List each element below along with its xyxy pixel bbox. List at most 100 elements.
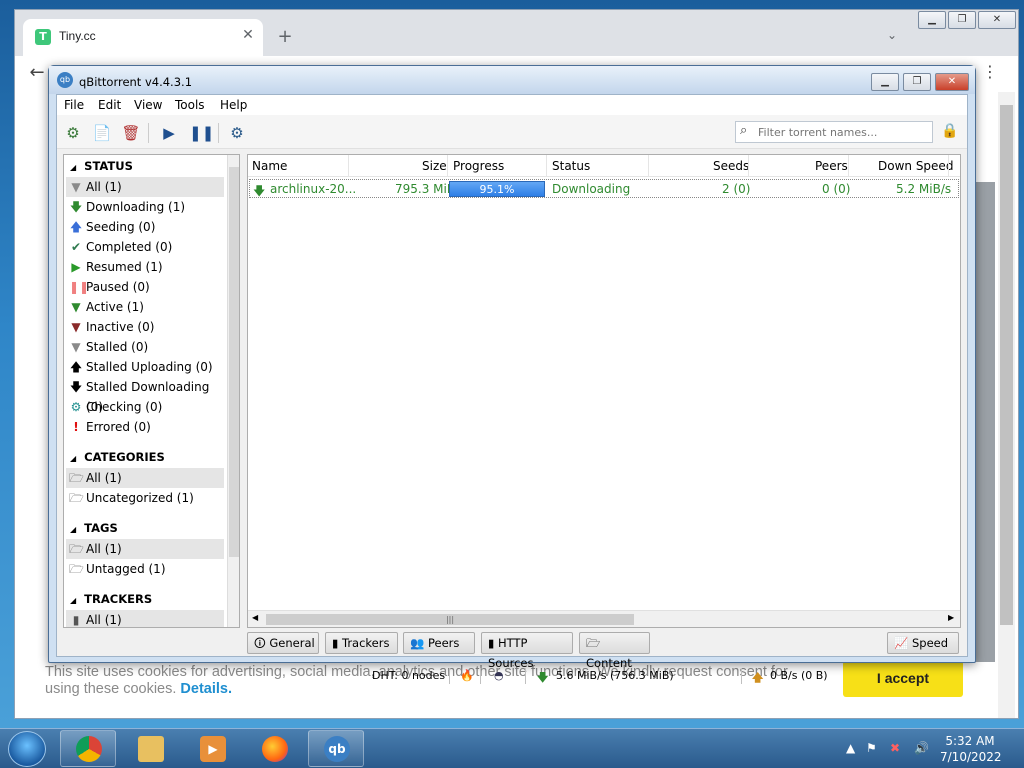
- status-item-label: Paused (0): [86, 280, 150, 294]
- column-header-status[interactable]: Status: [552, 159, 590, 173]
- menu-view[interactable]: View: [134, 98, 162, 112]
- filter-icon: ▼: [71, 320, 81, 334]
- add-torrent-file-icon[interactable]: 📄: [92, 123, 112, 143]
- options-gear-icon[interactable]: ⚙: [227, 123, 247, 143]
- pause-icon[interactable]: ❚❚: [189, 123, 214, 143]
- category-item-all[interactable]: 🗁 All (1): [66, 468, 224, 488]
- scroll-left-icon[interactable]: ◀: [252, 613, 258, 622]
- back-button[interactable]: ←: [25, 62, 49, 83]
- column-header-size[interactable]: Size: [422, 159, 447, 173]
- scroll-right-icon[interactable]: ▶: [948, 613, 954, 622]
- taskbar-qbittorrent[interactable]: qb: [308, 730, 364, 767]
- tags-section-header[interactable]: ◢ TAGS: [70, 521, 118, 535]
- tab-trackers[interactable]: ▮ Trackers: [325, 632, 398, 654]
- status-item-all[interactable]: ▼ All (1): [66, 177, 224, 197]
- delete-torrent-icon[interactable]: 🗑: [121, 123, 141, 143]
- taskbar-firefox[interactable]: [246, 730, 302, 767]
- tab-http-sources[interactable]: ▮ HTTP Sources: [481, 632, 573, 670]
- volume-icon[interactable]: 🔊: [914, 741, 929, 755]
- tag-item-untagged[interactable]: 🗁 Untagged (1): [66, 559, 224, 579]
- categories-section-header[interactable]: ◢ CATEGORIES: [70, 450, 165, 464]
- trackers-section-header[interactable]: ◢ TRACKERS: [70, 592, 152, 606]
- upload-speed-text[interactable]: 0 B/s (0 B): [770, 669, 828, 682]
- tracker-item-all[interactable]: ▮ All (1): [66, 610, 224, 627]
- sidebar-scrollbar[interactable]: [227, 155, 239, 627]
- status-item-stalled[interactable]: ▼ Stalled (0): [66, 337, 224, 357]
- column-header-seeds[interactable]: Seeds: [713, 159, 749, 173]
- tab-search-icon[interactable]: ⌄: [887, 28, 897, 42]
- tab-close-icon[interactable]: ✕: [239, 27, 257, 43]
- collapse-triangle-icon: ◢: [70, 454, 77, 463]
- network-icon[interactable]: ✖: [890, 741, 900, 755]
- filter-icon: ▼: [71, 180, 81, 194]
- status-item-stalled-uploading[interactable]: 🡅 Stalled Uploading (0): [66, 357, 224, 377]
- taskbar-chrome[interactable]: [60, 730, 116, 767]
- menu-file[interactable]: File: [64, 98, 84, 112]
- torrent-filter-input[interactable]: [758, 124, 928, 140]
- show-hidden-icons-icon[interactable]: ▲: [846, 741, 855, 755]
- qb-titlebar[interactable]: qb qBittorrent v4.4.3.1 ▁ ❐ ✕: [49, 66, 975, 94]
- column-header-down-speed[interactable]: Down Speed: [878, 159, 953, 173]
- speed-limit-icon[interactable]: ◓: [494, 669, 504, 682]
- status-item-active[interactable]: ▼ Active (1): [66, 297, 224, 317]
- status-item-completed[interactable]: ✔ Completed (0): [66, 237, 224, 257]
- status-item-inactive[interactable]: ▼ Inactive (0): [66, 317, 224, 337]
- restore-button[interactable]: ❐: [948, 11, 976, 29]
- lock-icon[interactable]: 🔒: [941, 123, 959, 143]
- category-label: Uncategorized (1): [86, 491, 194, 505]
- menu-help[interactable]: Help: [220, 98, 247, 112]
- status-section-header[interactable]: ◢ STATUS: [70, 159, 133, 173]
- column-header-progress[interactable]: Progress: [453, 159, 504, 173]
- qbittorrent-icon: qb: [324, 736, 350, 762]
- connection-status-icon[interactable]: 🔥: [460, 669, 474, 682]
- clock-date[interactable]: 7/10/2022: [940, 750, 1002, 764]
- tag-item-all[interactable]: 🗁 All (1): [66, 539, 224, 559]
- taskbar-media-player[interactable]: ▶: [184, 730, 240, 767]
- torrent-row[interactable]: 🡇 archlinux-20... 795.3 MiB 95.1% Downlo…: [249, 179, 959, 198]
- torrent-filter-box[interactable]: ⌕: [735, 121, 933, 143]
- properties-tabs: 🛈 General ▮ Trackers 👥 Peers ▮ HTTP Sour…: [247, 632, 961, 670]
- qb-close-button[interactable]: ✕: [935, 73, 969, 91]
- page-scrollbar-thumb[interactable]: [1000, 105, 1013, 625]
- qb-maximize-button[interactable]: ❐: [903, 73, 931, 91]
- status-item-paused[interactable]: ❚❚ Paused (0): [66, 277, 224, 297]
- browser-tab[interactable]: T Tiny.cc ✕: [23, 19, 263, 56]
- download-speed-text[interactable]: 5.6 MiB/s (756.3 MiB): [556, 669, 674, 682]
- close-button[interactable]: ✕: [978, 11, 1016, 29]
- status-item-resumed[interactable]: ▶ Resumed (1): [66, 257, 224, 277]
- status-item-errored[interactable]: ! Errored (0): [66, 417, 224, 437]
- column-separator: [848, 155, 849, 177]
- menu-tools[interactable]: Tools: [175, 98, 205, 112]
- tab-trackers-label: Trackers: [341, 636, 390, 650]
- hscrollbar-thumb[interactable]: |||: [266, 614, 634, 625]
- taskbar-explorer[interactable]: [122, 730, 178, 767]
- tab-content[interactable]: 🗁 Content: [579, 632, 650, 670]
- tab-general[interactable]: 🛈 General: [247, 632, 319, 654]
- new-tab-button[interactable]: +: [275, 26, 295, 47]
- add-torrent-link-icon[interactable]: ⚙: [63, 123, 83, 143]
- action-center-icon[interactable]: ⚑: [866, 741, 877, 755]
- browser-menu-button[interactable]: ⋮: [981, 62, 999, 81]
- status-item-stalled-downloading[interactable]: 🡇 Stalled Downloading (0): [66, 377, 224, 414]
- column-header-peers[interactable]: Peers: [815, 159, 848, 173]
- resume-icon[interactable]: ▶: [159, 123, 179, 143]
- menu-edit[interactable]: Edit: [98, 98, 121, 112]
- status-item-checking[interactable]: ⚙ Checking (0): [66, 397, 224, 417]
- sidebar-scrollbar-thumb[interactable]: [229, 167, 239, 557]
- qb-minimize-button[interactable]: ▁: [871, 73, 899, 91]
- torrent-progress-bar: 95.1%: [449, 181, 545, 197]
- column-header-name[interactable]: Name: [252, 159, 287, 173]
- start-button[interactable]: [8, 731, 46, 767]
- speed-button[interactable]: 📈 Speed: [887, 632, 959, 654]
- torrent-list-hscrollbar[interactable]: ◀ ||| ▶: [248, 610, 960, 627]
- collapse-triangle-icon: ◢: [70, 596, 77, 605]
- status-item-downloading[interactable]: 🡇 Downloading (1): [66, 197, 224, 217]
- status-item-seeding[interactable]: 🡅 Seeding (0): [66, 217, 224, 237]
- down-arrow-icon: 🡇: [69, 200, 83, 214]
- minimize-button[interactable]: ▁: [918, 11, 946, 29]
- category-item-uncategorized[interactable]: 🗁 Uncategorized (1): [66, 488, 224, 508]
- folder-icon: 🗁: [69, 542, 84, 556]
- tab-peers[interactable]: 👥 Peers: [403, 632, 475, 654]
- torrent-seeds: 2 (0): [722, 182, 751, 196]
- clock-time[interactable]: 5:32 AM: [940, 734, 1000, 748]
